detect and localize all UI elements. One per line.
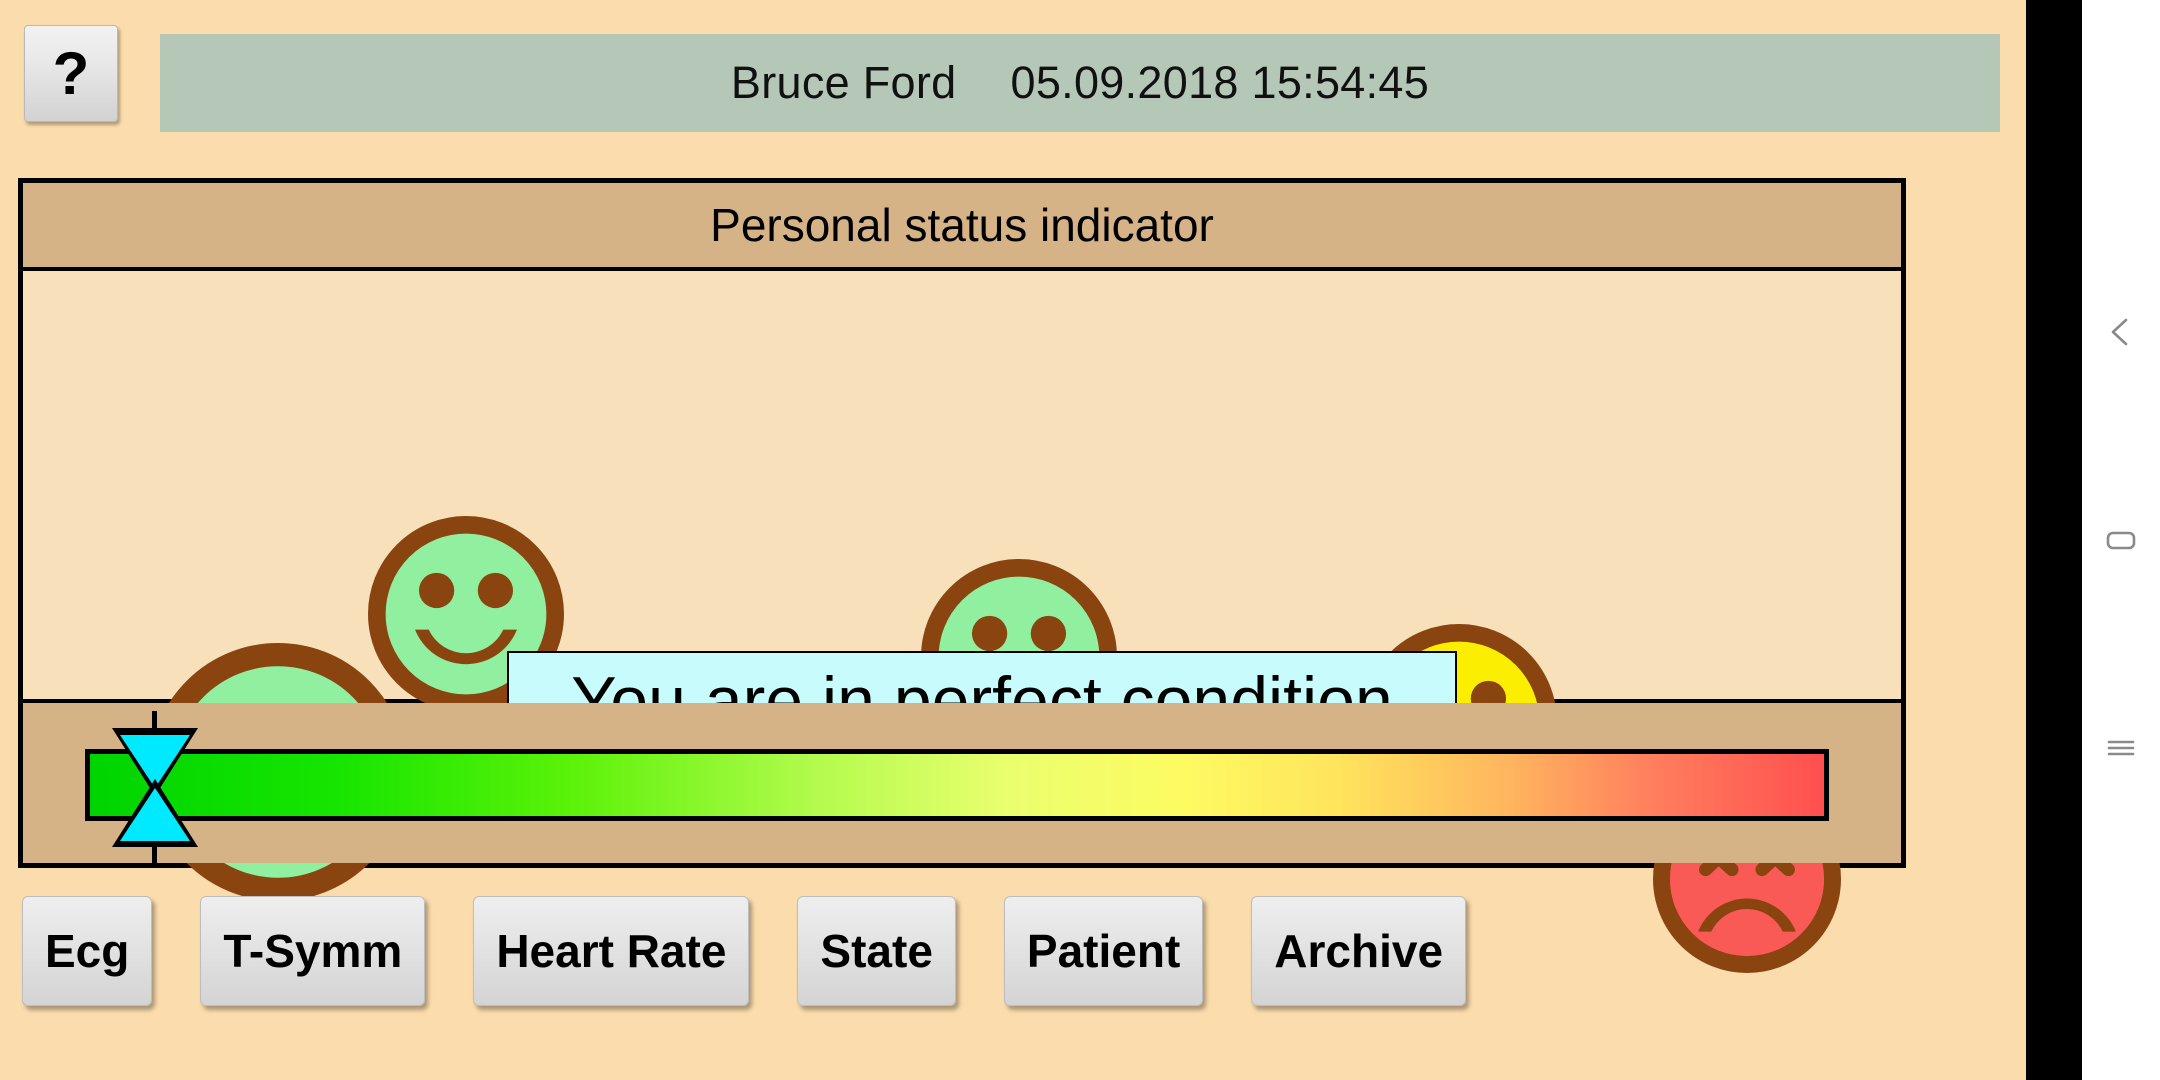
panel-title: Personal status indicator xyxy=(23,183,1901,271)
marker-stem-bottom xyxy=(151,845,157,865)
timestamp: 05.09.2018 15:54:45 xyxy=(1010,57,1430,108)
patient-name: Bruce Ford xyxy=(730,57,957,108)
gradient-scale-bar xyxy=(85,749,1829,821)
marker-stem-top xyxy=(151,711,157,729)
bottom-button-bar: Ecg T-Symm Heart Rate State Patient Archive xyxy=(0,888,2026,1080)
marker-triangle-fill-bottom xyxy=(119,788,190,841)
nav-button-archive[interactable]: Archive xyxy=(1251,896,1467,1006)
health-scale xyxy=(23,703,1901,865)
help-button[interactable]: ? xyxy=(24,25,118,122)
faces-area: You are in perfect condition xyxy=(23,271,1901,973)
status-panel: Personal status indicator You are in per… xyxy=(18,178,1906,973)
screen-bezel xyxy=(2026,0,2082,1080)
nav-button-patient[interactable]: Patient xyxy=(1003,896,1204,1006)
nav-button-t-symm[interactable]: T-Symm xyxy=(200,896,426,1006)
app-area: ? Bruce Ford 05.09.2018 15:54:45 Persona… xyxy=(0,0,2026,1080)
nav-button-heart-rate[interactable]: Heart Rate xyxy=(473,896,750,1006)
nav-button-state[interactable]: State xyxy=(797,896,956,1006)
back-icon[interactable] xyxy=(2097,308,2145,356)
nav-button-ecg[interactable]: Ecg xyxy=(22,896,153,1006)
recent-apps-icon[interactable] xyxy=(2097,724,2145,772)
android-navigation-bar xyxy=(2082,0,2160,1080)
patient-info-bar: Bruce Ford 05.09.2018 15:54:45 xyxy=(160,34,2000,132)
screen: ? Bruce Ford 05.09.2018 15:54:45 Persona… xyxy=(0,0,2160,1080)
home-icon[interactable] xyxy=(2097,516,2145,564)
top-bar: ? Bruce Ford 05.09.2018 15:54:45 xyxy=(0,0,2026,148)
